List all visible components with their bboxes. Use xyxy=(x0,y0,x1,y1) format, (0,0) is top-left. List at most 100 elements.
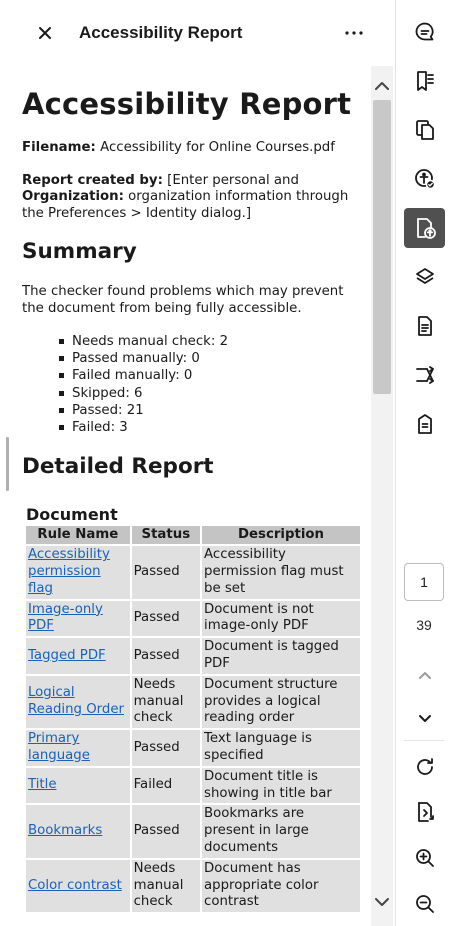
more-options-icon xyxy=(345,31,363,35)
document-tool-button[interactable] xyxy=(404,306,445,346)
comment-tool-button[interactable] xyxy=(404,12,445,52)
pages-tool-button[interactable] xyxy=(404,110,445,150)
table-row: Image-only PDF Passed Document is not im… xyxy=(26,600,360,637)
more-options-button[interactable] xyxy=(338,18,370,48)
chevron-up-icon xyxy=(375,82,389,90)
page-display-button[interactable] xyxy=(404,792,445,832)
rule-status: Passed xyxy=(131,638,201,674)
rule-link[interactable]: Tagged PDF xyxy=(28,648,106,663)
tag-icon xyxy=(417,414,432,434)
comment-icon xyxy=(415,22,433,41)
previous-page-button[interactable] xyxy=(404,656,445,696)
rule-status: Passed xyxy=(131,600,201,637)
rule-status: Failed xyxy=(131,767,201,804)
zoom-in-icon xyxy=(415,849,434,867)
table-caption: Document xyxy=(26,505,118,525)
column-header-status: Status xyxy=(131,526,201,545)
compare-icon xyxy=(415,366,434,384)
close-panel-button[interactable] xyxy=(32,20,58,46)
rotate-button[interactable] xyxy=(404,747,445,787)
table-row: Logical Reading Order Needs manual check… xyxy=(26,675,360,729)
created-by-label: Report created by: xyxy=(22,172,163,188)
current-page-input[interactable]: 1 xyxy=(404,563,444,601)
accessibility-check-tool-button[interactable] xyxy=(404,159,445,199)
filename-value: Accessibility for Online Courses.pdf xyxy=(100,140,335,155)
table-row: Title Failed Document title is showing i… xyxy=(26,767,360,804)
rule-status: Passed xyxy=(131,805,201,858)
summary-item: Failed: 3 xyxy=(59,419,367,436)
rule-link[interactable]: Title xyxy=(28,777,57,792)
chevron-down-icon xyxy=(418,715,431,722)
zoom-out-icon xyxy=(415,895,434,913)
accessibility-report-panel: Accessibility Report Accessibility Repor… xyxy=(0,0,395,926)
summary-item: Needs manual check: 2 xyxy=(59,333,367,350)
panel-header: Accessibility Report xyxy=(0,0,395,66)
rule-description: Document is not image-only PDF xyxy=(202,600,360,637)
table-row: Primary language Passed Text language is… xyxy=(26,730,360,766)
rule-description: Text language is specified xyxy=(202,730,360,766)
report-content: Accessibility Report Filename: Accessibi… xyxy=(0,66,371,926)
summary-item: Skipped: 6 xyxy=(59,385,367,402)
zoom-in-button[interactable] xyxy=(404,838,445,878)
table-row: Accessibility permission flag Passed Acc… xyxy=(26,546,360,599)
layers-tool-button[interactable] xyxy=(404,257,445,297)
detailed-report-heading: Detailed Report xyxy=(22,454,214,480)
accessibility-report-tool-button[interactable] xyxy=(404,208,445,248)
column-header-rule-name: Rule Name xyxy=(26,526,130,545)
summary-text: The checker found problems which may pre… xyxy=(22,284,344,316)
rule-link[interactable]: Primary language xyxy=(28,731,90,763)
scroll-thumb[interactable] xyxy=(373,100,391,394)
rule-link[interactable]: Bookmarks xyxy=(28,823,102,838)
rule-link[interactable]: Accessibility permission flag xyxy=(28,547,110,596)
rule-status: Needs manual check xyxy=(131,675,201,729)
rule-status: Passed xyxy=(131,546,201,599)
rule-description: Document structure provides a logical re… xyxy=(202,675,360,729)
rule-description: Accessibility permission flag must be se… xyxy=(202,546,360,599)
summary-list: Needs manual check: 2 Passed manually: 0… xyxy=(22,333,367,436)
rule-description: Document has appropriate color contrast xyxy=(202,859,360,913)
rule-link[interactable]: Image-only PDF xyxy=(28,602,103,634)
zoom-out-button[interactable] xyxy=(404,884,445,924)
rule-description: Document is tagged PDF xyxy=(202,638,360,674)
rule-status: Needs manual check xyxy=(131,859,201,913)
rule-status: Passed xyxy=(131,730,201,766)
report-scrollbar[interactable] xyxy=(371,66,393,926)
filename-line: Filename: Accessibility for Online Cours… xyxy=(22,140,367,157)
bookmarks-tool-button[interactable] xyxy=(404,61,445,101)
chevron-down-icon xyxy=(375,898,389,906)
column-header-description: Description xyxy=(202,526,360,545)
table-row: Bookmarks Passed Bookmarks are present i… xyxy=(26,805,360,858)
scroll-down-button[interactable] xyxy=(371,890,393,914)
bookmarks-icon xyxy=(416,71,434,91)
total-pages: 39 xyxy=(416,617,432,633)
table-row: Tagged PDF Passed Document is tagged PDF xyxy=(26,638,360,674)
organization-label: Organization: xyxy=(22,189,124,204)
created-by-line: Report created by: [Enter personal and O… xyxy=(22,173,367,223)
report-document: Accessibility Report Filename: Accessibi… xyxy=(0,66,367,914)
chevron-up-icon xyxy=(418,672,431,679)
pages-icon xyxy=(415,120,434,140)
filename-label: Filename: xyxy=(22,140,96,155)
layers-icon xyxy=(415,268,434,284)
rule-description: Document title is showing in title bar xyxy=(202,767,360,804)
scroll-up-button[interactable] xyxy=(371,74,393,98)
rule-link[interactable]: Color contrast xyxy=(28,878,122,893)
rail-divider xyxy=(404,740,444,741)
accessibility-report-icon xyxy=(416,218,436,239)
summary-item: Passed manually: 0 xyxy=(59,350,367,367)
rule-link[interactable]: Logical Reading Order xyxy=(28,685,124,717)
table-row: Color contrast Needs manual check Docume… xyxy=(26,859,360,913)
compare-tool-button[interactable] xyxy=(404,355,445,395)
document-rules-table-section: Document Rule Name Status Description Ac… xyxy=(24,505,367,914)
next-page-button[interactable] xyxy=(404,698,445,738)
summary-item: Failed manually: 0 xyxy=(59,367,367,384)
table-header-row: Rule Name Status Description xyxy=(26,526,360,545)
created-by-value: [Enter personal and xyxy=(167,172,299,188)
accessibility-check-icon xyxy=(414,169,435,190)
tag-tool-button[interactable] xyxy=(404,404,445,444)
rotate-icon xyxy=(416,758,433,775)
panel-title: Accessibility Report xyxy=(79,23,243,42)
document-rules-table: Rule Name Status Description Accessibili… xyxy=(24,524,362,914)
summary-item: Passed: 21 xyxy=(59,402,367,419)
rule-description: Bookmarks are present in large documents xyxy=(202,805,360,858)
